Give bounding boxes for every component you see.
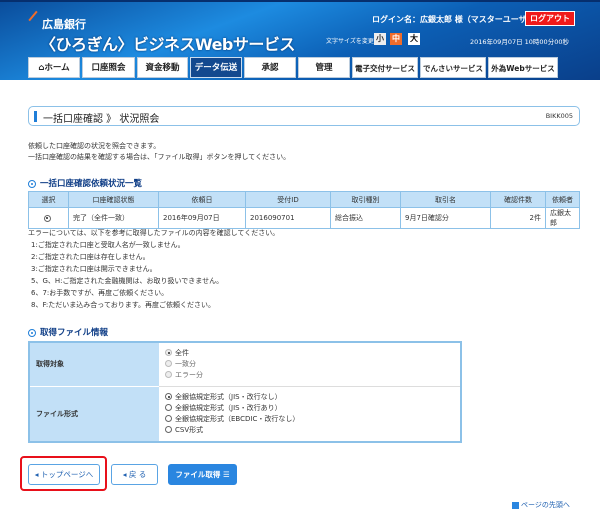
status-cell: 完了（全件一致） xyxy=(68,207,159,229)
top-page-button[interactable]: ◂ トップページへ xyxy=(28,464,100,485)
col-date: 依頼日 xyxy=(158,191,246,208)
bank-name: 広島銀行 xyxy=(42,18,86,31)
title-accent-bar xyxy=(34,111,37,122)
page-title: 一括口座確認 》 状況照会 xyxy=(43,114,160,125)
target-row: 取得対象 全件 一致分 エラー分 xyxy=(29,342,461,387)
table-header-row: 選択 口座確認状態 依頼日 受付ID 取引種別 取引名 確認件数 依頼者 xyxy=(28,191,580,208)
font-medium-button[interactable]: 中 xyxy=(390,33,402,45)
radio[interactable] xyxy=(165,426,172,434)
error-item: 2:ご指定された口座は存在しません。 xyxy=(31,253,150,261)
tab-data-transmission[interactable]: データ伝送 xyxy=(190,57,242,78)
target-all-option[interactable]: 全件 xyxy=(165,348,454,359)
format-label: ファイル形式 xyxy=(29,386,159,443)
format-jis-no-newline[interactable]: 全銀協規定形式（JIS・改行なし） xyxy=(165,392,454,403)
date-cell: 2016年09月07日 xyxy=(158,207,246,229)
font-size-label: 文字サイズを変更 xyxy=(326,38,374,45)
radio[interactable] xyxy=(165,393,172,401)
error-item: 6、7:お手数ですが、再度ご依頼ください。 xyxy=(31,289,169,297)
table-row: 完了（全件一致） 2016年09月07日 2016090701 総合振込 9月7… xyxy=(28,207,580,229)
file-info-heading: 取得ファイル情報 xyxy=(28,326,108,338)
tab-account-inquiry[interactable]: 口座照会 xyxy=(82,57,135,78)
to-top-link[interactable]: ページの先頭へ xyxy=(512,500,570,510)
back-button[interactable]: ◂ 戻 る xyxy=(111,464,158,485)
logout-button[interactable]: ログアウト xyxy=(525,11,575,26)
list-heading: 一括口座確認依頼状況一覧 xyxy=(28,177,142,189)
error-item: 5、G、H:ご指定された金融機関は、お取り扱いできません。 xyxy=(31,277,224,285)
screen-id: BIKK005 xyxy=(545,112,573,120)
col-status: 口座確認状態 xyxy=(68,191,159,208)
description-2: 一括口座確認の結果を確認する場合は、「ファイル取得」ボタンを押してください。 xyxy=(28,153,291,161)
count-cell: 2件 xyxy=(490,207,546,229)
file-info-table: 取得対象 全件 一致分 エラー分 ファイル形式 全銀協規定形式（JIS・改行なし… xyxy=(28,341,462,443)
col-select: 選択 xyxy=(28,191,69,208)
tab-densai[interactable]: でんさいサービス xyxy=(420,57,486,78)
type-cell: 総合振込 xyxy=(330,207,401,229)
font-large-button[interactable]: 大 xyxy=(408,33,420,45)
login-name: ログイン名：広銀太郎 様（マスターユーザ） xyxy=(372,15,535,24)
radio[interactable] xyxy=(165,360,172,368)
status-table: 選択 口座確認状態 依頼日 受付ID 取引種別 取引名 確認件数 依頼者 完了（… xyxy=(28,191,580,229)
tab-approval[interactable]: 承認 xyxy=(244,57,296,78)
description-1: 依頼した口座確認の状況を照会できます。 xyxy=(28,142,161,150)
tab-fund-transfer[interactable]: 資金移動 xyxy=(137,57,188,78)
error-item: 3:ご指定された口座は開示できません。 xyxy=(31,265,157,273)
target-label: 取得対象 xyxy=(29,342,159,387)
radio[interactable] xyxy=(165,349,172,357)
tab-management[interactable]: 管理 xyxy=(298,57,350,78)
font-small-button[interactable]: 小 xyxy=(374,33,386,45)
logo-mark xyxy=(28,10,38,22)
arrow-up-icon xyxy=(512,501,519,509)
section-bullet-icon xyxy=(28,179,36,188)
error-item: 1:ご指定された口座と受取人名が一致しません。 xyxy=(31,241,185,249)
col-id: 受付ID xyxy=(245,191,331,208)
error-note: エラーについては、以下を参考に取得したファイルの内容を確認してください。 xyxy=(28,229,280,237)
file-icon: ☰ xyxy=(220,470,230,479)
format-csv[interactable]: CSV形式 xyxy=(165,425,454,436)
tab-forex[interactable]: 外為Webサービス xyxy=(488,57,558,78)
id-cell: 2016090701 xyxy=(245,207,331,229)
tab-e-delivery[interactable]: 電子交付サービス xyxy=(352,57,418,78)
row-select-radio[interactable] xyxy=(43,214,51,222)
service-name: 〈ひろぎん〉ビジネスWebサービス xyxy=(40,35,295,54)
page-title-box: 一括口座確認 》 状況照会 BIKK005 xyxy=(28,106,580,126)
col-name: 取引名 xyxy=(400,191,491,208)
col-type: 取引種別 xyxy=(330,191,401,208)
target-options: 全件 一致分 エラー分 xyxy=(159,342,461,387)
name-cell: 9月7日確認分 xyxy=(400,207,491,229)
datetime: 2016年09月07日 10時00分00秒 xyxy=(470,38,569,46)
target-error-option[interactable]: エラー分 xyxy=(165,370,454,381)
col-count: 確認件数 xyxy=(490,191,546,208)
target-match-option[interactable]: 一致分 xyxy=(165,359,454,370)
requester-cell: 広銀太郎 xyxy=(545,207,580,229)
format-options: 全銀協規定形式（JIS・改行なし） 全銀協規定形式（JIS・改行あり） 全銀協規… xyxy=(159,386,461,443)
col-requester: 依頼者 xyxy=(545,191,580,208)
radio[interactable] xyxy=(165,415,172,423)
get-file-button[interactable]: ファイル取得 ☰ xyxy=(168,464,237,485)
header-banner: 広島銀行 〈ひろぎん〉ビジネスWebサービス ログイン名：広銀太郎 様（マスター… xyxy=(0,0,600,80)
tab-home[interactable]: ⌂ホーム xyxy=(28,57,80,78)
format-ebcdic[interactable]: 全銀協規定形式（EBCDIC・改行なし） xyxy=(165,414,454,425)
format-row: ファイル形式 全銀協規定形式（JIS・改行なし） 全銀協規定形式（JIS・改行あ… xyxy=(29,386,461,443)
format-jis-newline[interactable]: 全銀協規定形式（JIS・改行あり） xyxy=(165,403,454,414)
select-cell xyxy=(28,207,69,229)
error-item: 8、F:ただいま込み合っております。再度ご依頼ください。 xyxy=(31,301,216,309)
radio[interactable] xyxy=(165,371,172,379)
radio[interactable] xyxy=(165,404,172,412)
section-bullet-icon xyxy=(28,328,36,337)
